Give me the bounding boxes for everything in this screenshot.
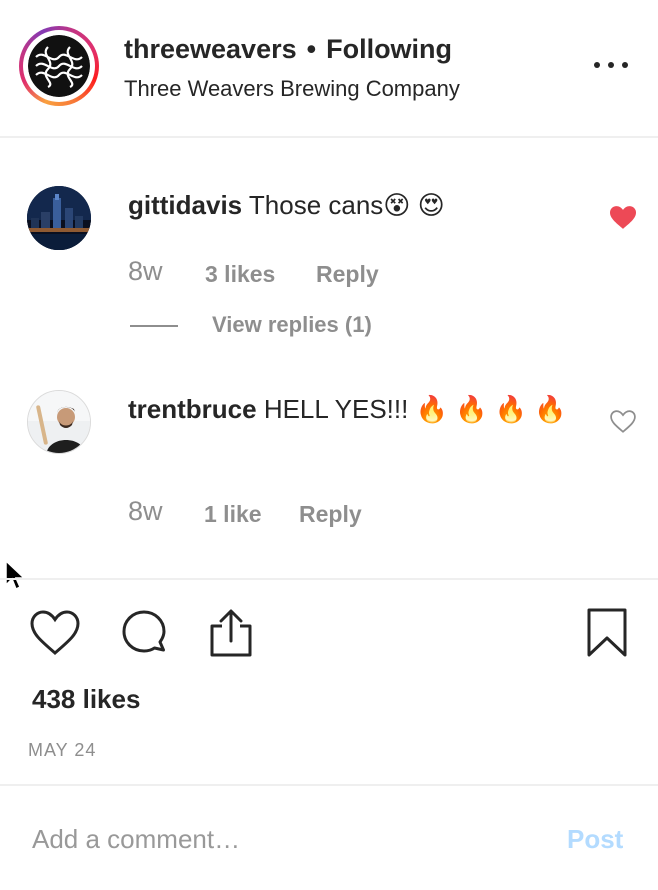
comment-username[interactable]: gittidavis — [128, 190, 242, 220]
comment-body: trentbruce HELL YES!!! 🔥 🔥 🔥 🔥 — [128, 391, 578, 428]
post-date: MAY 24 — [28, 740, 97, 760]
header-full-name: Three Weavers Brewing Company — [124, 76, 460, 101]
divider — [0, 578, 658, 580]
comment-username[interactable]: trentbruce — [128, 394, 257, 424]
person-photo-image — [28, 391, 90, 453]
comment-time: 8w — [128, 496, 163, 526]
replies-divider — [130, 325, 178, 327]
brewery-logo-icon — [28, 35, 90, 97]
liked-heart-icon[interactable] — [610, 206, 636, 230]
header-username[interactable]: threeweavers — [124, 34, 297, 64]
comment-meta: 8w 1 like Reply — [128, 496, 362, 527]
comment-input[interactable] — [32, 824, 532, 855]
likes-count[interactable]: 438 likes — [32, 684, 140, 715]
mouse-cursor-icon — [5, 560, 26, 591]
comment-likes[interactable]: 3 likes — [205, 261, 275, 288]
profile-avatar[interactable] — [19, 26, 99, 106]
comment-meta: 8w 3 likes Reply — [128, 256, 379, 287]
post-header: threeweavers • Following Three Weavers Bre… — [0, 0, 658, 138]
reply-button[interactable]: Reply — [316, 261, 379, 288]
heart-icon[interactable] — [30, 610, 80, 656]
reply-button[interactable]: Reply — [299, 501, 362, 528]
following-button[interactable]: Following — [326, 34, 452, 64]
bookmark-icon[interactable] — [586, 608, 628, 658]
view-replies-label: View replies (1) — [212, 312, 372, 337]
more-options-icon[interactable] — [594, 55, 628, 75]
comment-likes[interactable]: 1 like — [204, 501, 262, 528]
comment-bubble-icon[interactable] — [120, 610, 168, 656]
city-skyline-image — [27, 186, 91, 250]
comment-text: Those cans😵 😍 — [248, 190, 445, 220]
comment-avatar-trentbruce[interactable] — [27, 390, 91, 454]
comment-text: HELL YES!!! 🔥 🔥 🔥 🔥 — [263, 394, 567, 424]
comment-body: gittidavis Those cans😵 😍 — [128, 187, 588, 224]
header-title: threeweavers • Following — [124, 34, 452, 65]
comment-time: 8w — [128, 256, 163, 286]
post-button[interactable]: Post — [567, 824, 623, 855]
heart-outline-icon[interactable] — [610, 410, 636, 434]
divider — [0, 784, 658, 786]
header-separator: • — [306, 34, 317, 64]
comment-avatar-gittidavis[interactable] — [27, 186, 91, 250]
share-icon[interactable] — [208, 608, 254, 658]
